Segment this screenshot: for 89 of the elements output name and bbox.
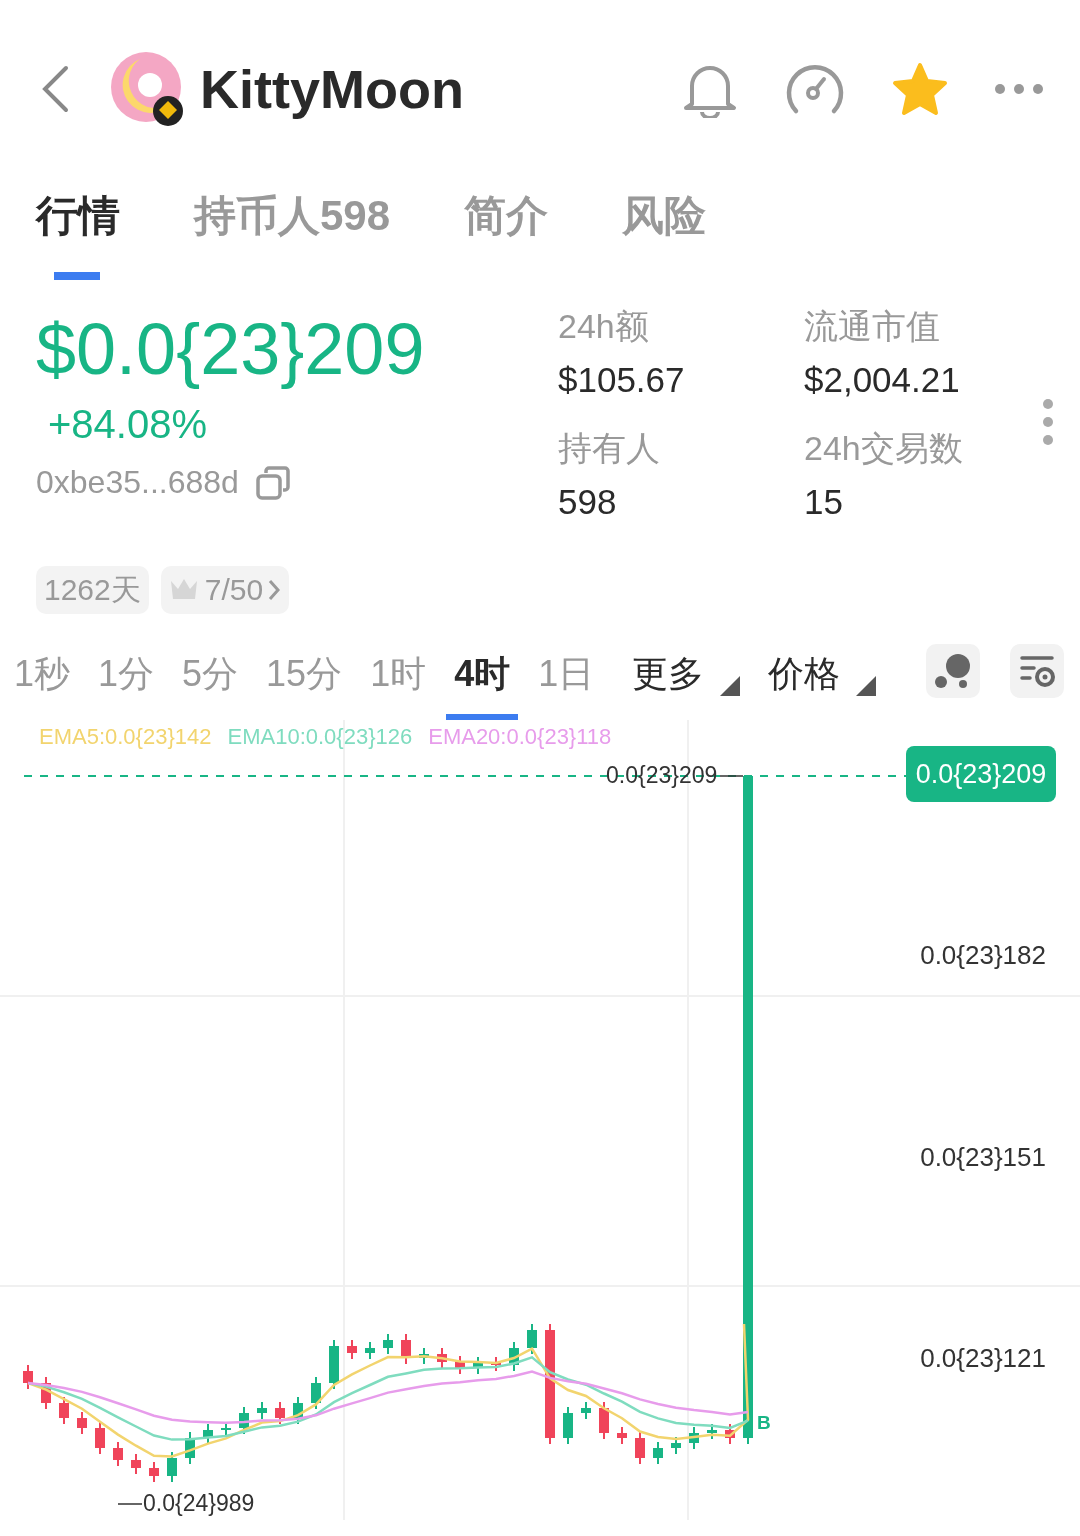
- candlestick: [491, 1356, 501, 1372]
- candlestick: [23, 1364, 33, 1390]
- stat-label: 流通市值: [804, 306, 941, 347]
- settings-icon: [1018, 654, 1057, 688]
- candlestick: [437, 1347, 447, 1369]
- interval-tab[interactable]: 1日: [530, 644, 603, 720]
- candlestick: [599, 1401, 609, 1440]
- back-icon[interactable]: [40, 65, 70, 113]
- indicator-button[interactable]: [926, 644, 981, 698]
- stat-label: 持有人: [558, 428, 661, 469]
- candlestick: [185, 1431, 195, 1465]
- interval-tab[interactable]: 1秒: [6, 644, 79, 720]
- candlestick: [455, 1355, 465, 1375]
- candlestick: [329, 1339, 339, 1390]
- candlestick: [509, 1341, 519, 1372]
- candlestick: [41, 1376, 51, 1410]
- stat-value: $105.67: [558, 359, 686, 401]
- more-vertical-icon[interactable]: [1042, 398, 1054, 446]
- price-axis-label: 0.0{23}151: [920, 1142, 1046, 1173]
- price-change: +84.08%: [48, 401, 209, 448]
- candlestick: [221, 1421, 231, 1437]
- rank-badge[interactable]: 7/50: [160, 566, 290, 614]
- candlestick: [203, 1423, 213, 1445]
- star-icon[interactable]: [892, 62, 948, 116]
- chevron-right-icon: [267, 578, 282, 602]
- interval-tab[interactable]: 1分: [90, 644, 163, 720]
- candlestick: [653, 1441, 663, 1465]
- candlestick: [77, 1411, 87, 1435]
- tab[interactable]: 持币人598: [194, 184, 391, 280]
- price-axis-label: 0.0{23}121: [920, 1343, 1046, 1374]
- copy-icon[interactable]: [254, 464, 291, 501]
- token-name: KittyMoon: [200, 58, 464, 120]
- settings-button[interactable]: [1010, 644, 1065, 698]
- candlestick: [617, 1426, 627, 1445]
- candlestick: [581, 1401, 591, 1420]
- dropdown[interactable]: 价格: [768, 644, 879, 704]
- candlestick: [59, 1396, 69, 1425]
- candlestick: [725, 1423, 735, 1445]
- ema-label: EMA5:0.0{23}142: [39, 724, 212, 750]
- stat-label: 24h交易数: [804, 428, 964, 469]
- candlestick: [113, 1441, 123, 1467]
- dropdown[interactable]: 更多: [632, 644, 743, 704]
- price-value: $0.0{23}209: [36, 308, 426, 391]
- tab[interactable]: 风险: [622, 184, 707, 280]
- interval-tab[interactable]: 15分: [258, 644, 351, 720]
- low-price-label: 0.0{24}989: [143, 1490, 255, 1517]
- leader-line: [719, 775, 744, 777]
- high-price-label: 0.0{23}209: [606, 762, 718, 789]
- candlestick: [293, 1396, 303, 1425]
- contract-address: 0xbe35...688d: [36, 464, 239, 501]
- tab[interactable]: 简介: [464, 184, 549, 280]
- bubbles-icon: [934, 653, 973, 689]
- leader-line: [117, 1503, 143, 1505]
- candlestick: [563, 1406, 573, 1445]
- avatar-icon: [110, 51, 186, 127]
- price-axis-label: 0.0{23}182: [920, 940, 1046, 971]
- interval-tab[interactable]: 5分: [174, 644, 247, 720]
- stat-value: 598: [558, 481, 618, 523]
- candlestick: [149, 1461, 159, 1483]
- candlestick: [95, 1421, 105, 1455]
- stat-value: 15: [804, 481, 844, 523]
- candlestick: [473, 1356, 483, 1375]
- ema-label: EMA20:0.0{23}118: [428, 724, 612, 750]
- candlestick: [419, 1347, 429, 1365]
- stat-value: $2,004.21: [804, 359, 961, 401]
- candlestick: [707, 1423, 717, 1440]
- candlestick: [167, 1451, 177, 1483]
- candlestick: [383, 1333, 393, 1355]
- stat-label: 24h额: [558, 306, 650, 347]
- candlestick: [527, 1323, 537, 1355]
- candlestick: [131, 1453, 141, 1475]
- candlestick: [347, 1339, 357, 1360]
- candlestick: [275, 1401, 285, 1425]
- candlestick: [365, 1341, 375, 1360]
- candlestick: [311, 1376, 321, 1410]
- caret-icon: [854, 674, 879, 698]
- candlestick: [635, 1431, 645, 1465]
- age-badge: 1262天: [36, 566, 149, 614]
- more-icon[interactable]: [994, 82, 1044, 96]
- candlestick: [257, 1401, 267, 1420]
- caret-icon: [718, 674, 743, 698]
- candlestick: [401, 1333, 411, 1365]
- buy-marker: B: [757, 1412, 771, 1434]
- ema-label: EMA10:0.0{23}126: [227, 724, 413, 750]
- candlestick: [239, 1406, 249, 1435]
- interval-tab[interactable]: 1时: [362, 644, 435, 720]
- candlestick: [689, 1426, 699, 1450]
- current-price-badge: 0.0{23}209: [906, 746, 1056, 802]
- candlestick: [671, 1436, 681, 1455]
